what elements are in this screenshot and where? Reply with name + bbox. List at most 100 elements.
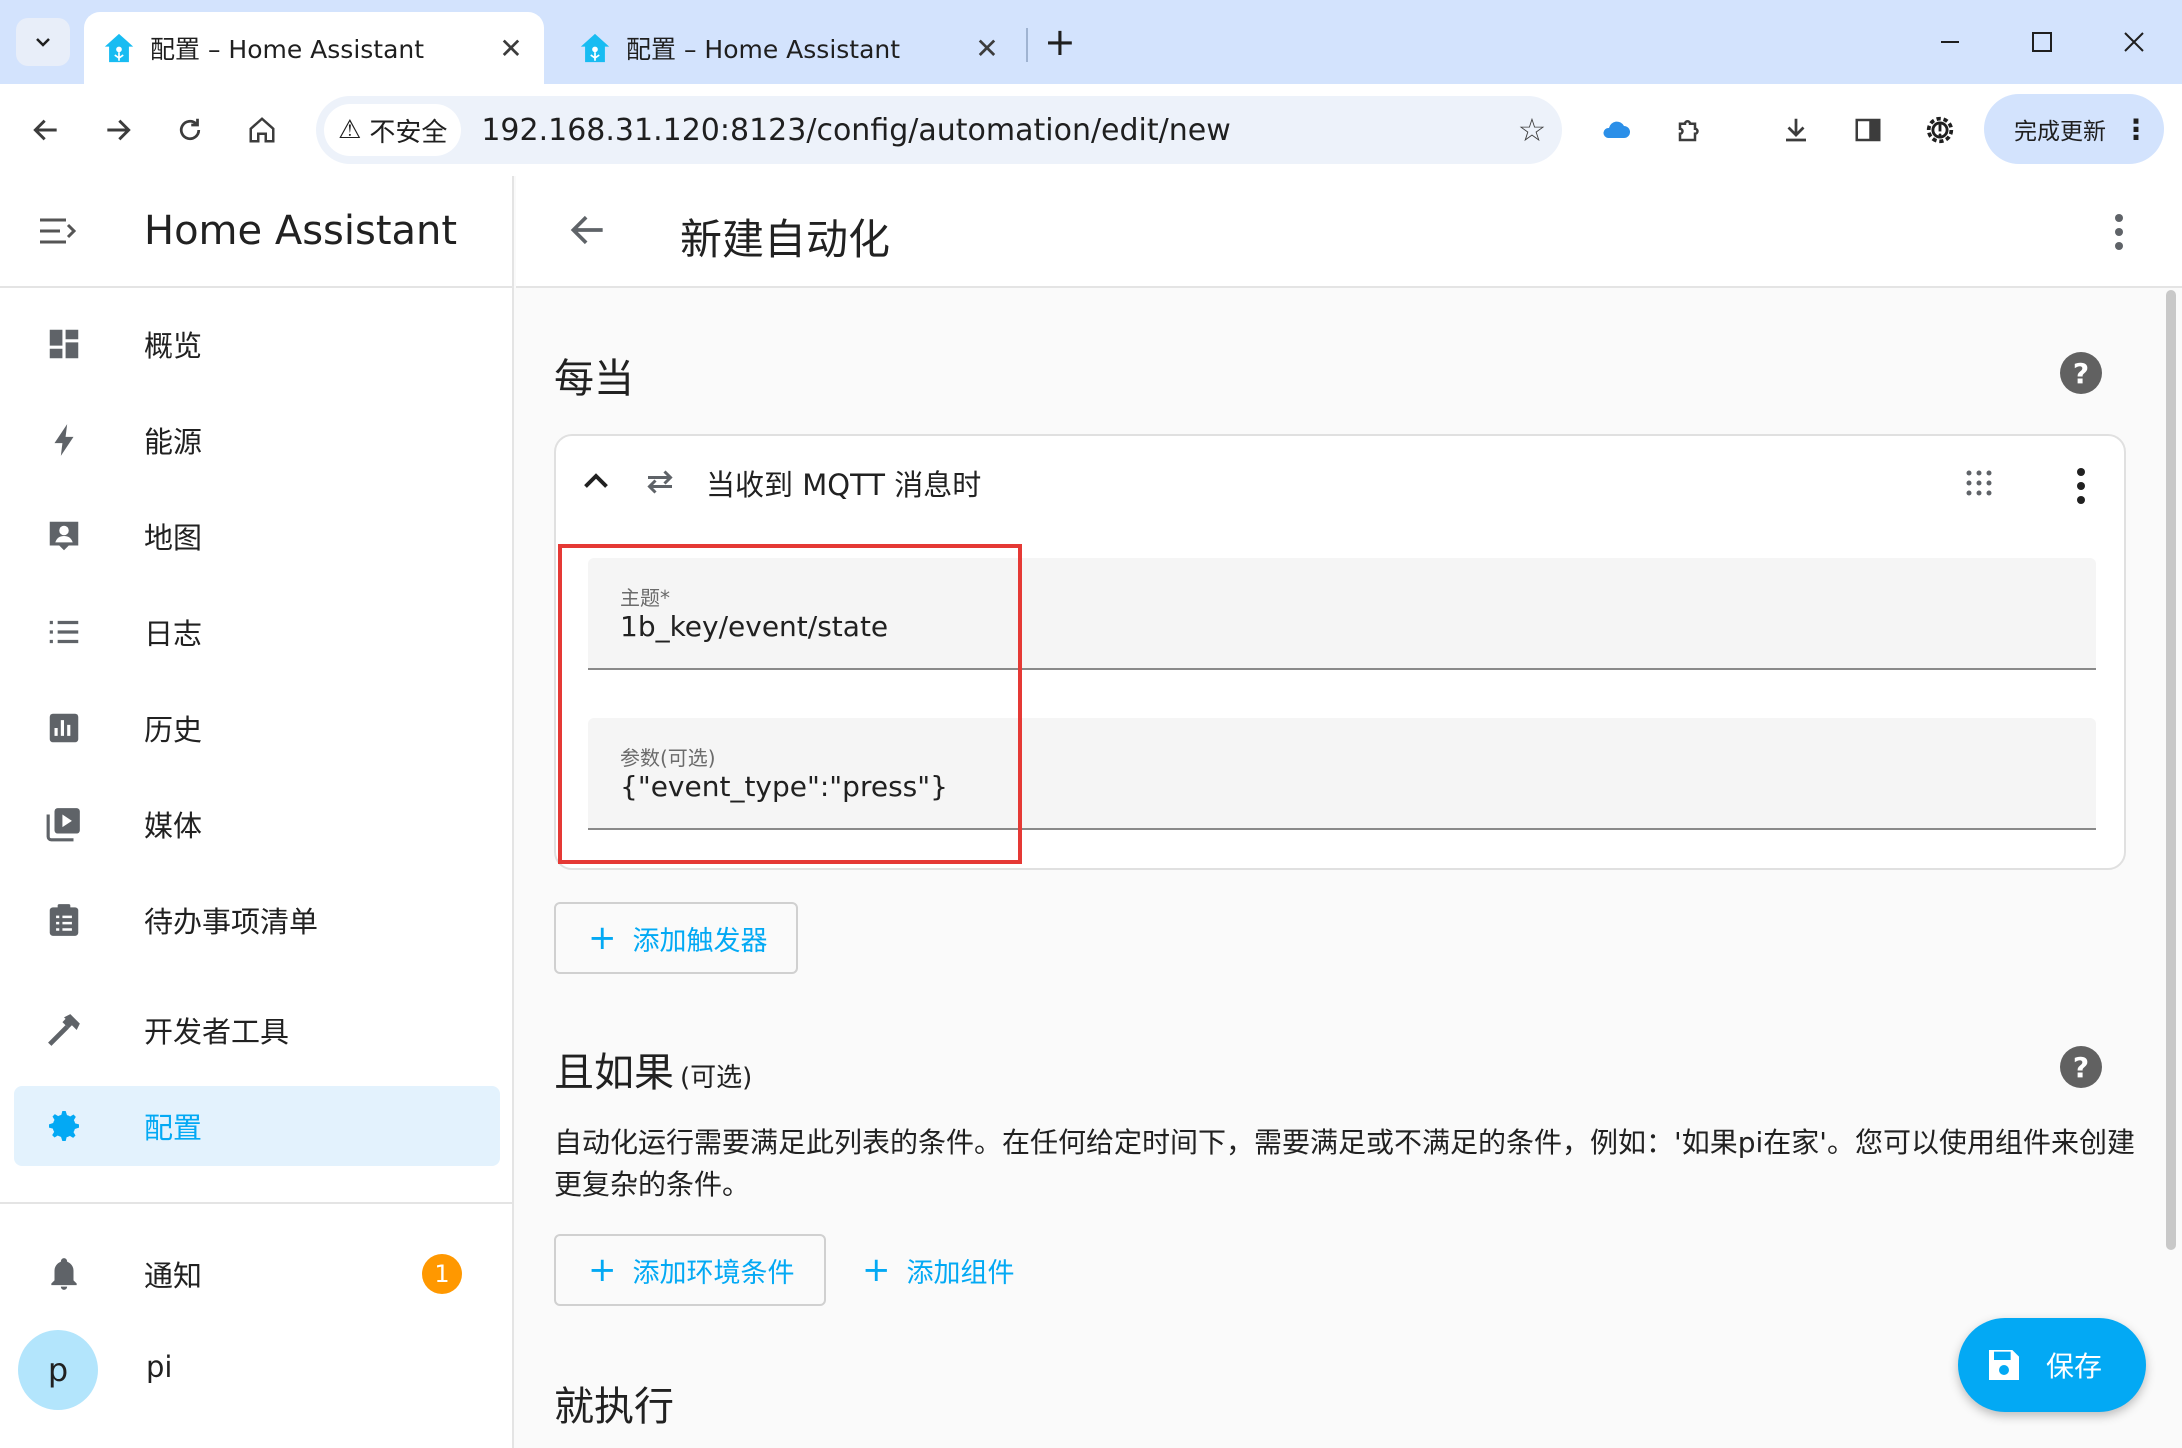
menu-collapse-icon[interactable] bbox=[28, 216, 88, 246]
settings-gear-icon[interactable] bbox=[1914, 104, 1966, 156]
browser-tab-bar: 配置 – Home Assistant ✕ 配置 – Home Assistan… bbox=[0, 0, 2182, 84]
maximize-button[interactable] bbox=[2012, 18, 2072, 66]
arrow-left-icon[interactable] bbox=[566, 208, 610, 252]
sidebar-item-label: 通知 bbox=[144, 1259, 203, 1293]
save-button-label: 保存 bbox=[2046, 1350, 2103, 1383]
minimize-button[interactable] bbox=[1920, 18, 1980, 66]
browser-toolbar: ⚠ 不安全 192.168.31.120:8123/config/automat… bbox=[0, 84, 2182, 176]
drag-handle-icon[interactable] bbox=[1964, 468, 1994, 498]
close-window-button[interactable] bbox=[2104, 18, 2164, 66]
address-bar[interactable]: ⚠ 不安全 192.168.31.120:8123/config/automat… bbox=[316, 96, 1562, 164]
sidebar-item-notifications[interactable]: 通知 1 bbox=[14, 1234, 500, 1314]
sidebar: Home Assistant 概览 能源 地图 日志 历史 媒体 待办事项清单 … bbox=[0, 176, 514, 1448]
sidebar-item-energy[interactable]: 能源 bbox=[14, 400, 500, 480]
tab-title: 配置 – Home Assistant bbox=[626, 35, 901, 64]
minimize-icon bbox=[1941, 41, 1959, 43]
tab-search-button[interactable] bbox=[16, 18, 70, 66]
sidebar-item-label: 日志 bbox=[144, 617, 203, 651]
back-button[interactable] bbox=[20, 104, 72, 156]
chart-icon bbox=[49, 713, 79, 743]
trigger-card-header[interactable]: 当收到 MQTT 消息时 bbox=[556, 436, 2124, 532]
help-icon[interactable]: ? bbox=[2060, 352, 2102, 394]
add-condition-button[interactable]: + 添加环境条件 bbox=[554, 1234, 826, 1306]
sidebar-item-todo[interactable]: 待办事项清单 bbox=[14, 880, 500, 960]
sidebar-header: Home Assistant bbox=[0, 176, 512, 288]
tab-title: 配置 – Home Assistant bbox=[150, 35, 425, 64]
close-tab-icon[interactable]: ✕ bbox=[496, 32, 526, 65]
new-tab-button[interactable]: + bbox=[1044, 20, 1076, 64]
sidebar-item-history[interactable]: 历史 bbox=[14, 688, 500, 768]
sidebar-divider bbox=[0, 1202, 512, 1204]
cloud-extension-icon[interactable] bbox=[1590, 104, 1642, 156]
swap-arrows-icon bbox=[647, 470, 673, 494]
dashboard-icon bbox=[49, 329, 79, 359]
more-vert-icon[interactable] bbox=[2074, 466, 2088, 506]
add-building-block-button[interactable]: + 添加组件 bbox=[862, 1234, 1015, 1306]
gear-icon bbox=[49, 1111, 79, 1141]
sidebar-item-settings[interactable]: 配置 bbox=[14, 1086, 500, 1166]
sidebar-item-overview[interactable]: 概览 bbox=[14, 304, 500, 384]
map-person-icon bbox=[49, 521, 79, 551]
sidebar-item-label: 开发者工具 bbox=[144, 1015, 290, 1049]
arrow-right-icon bbox=[107, 119, 131, 141]
home-button[interactable] bbox=[236, 104, 288, 156]
sidebar-item-label: 媒体 bbox=[144, 809, 203, 843]
update-button[interactable]: 完成更新 ⋮ bbox=[1984, 94, 2164, 164]
arrow-left-icon bbox=[33, 119, 57, 141]
user-name[interactable]: pi bbox=[146, 1350, 172, 1384]
extensions-puzzle-icon[interactable] bbox=[1664, 104, 1716, 156]
sidebar-item-map[interactable]: 地图 bbox=[14, 496, 500, 576]
scrollbar[interactable] bbox=[2166, 290, 2176, 1250]
bookmark-star-icon[interactable]: ☆ bbox=[1502, 111, 1562, 149]
url-text[interactable]: 192.168.31.120:8123/config/automation/ed… bbox=[481, 113, 1502, 148]
lightning-icon bbox=[54, 424, 74, 456]
reload-button[interactable] bbox=[164, 104, 216, 156]
reload-icon bbox=[179, 118, 201, 141]
add-trigger-button[interactable]: + 添加触发器 bbox=[554, 902, 798, 974]
side-panel-icon[interactable] bbox=[1842, 104, 1894, 156]
help-icon[interactable]: ? bbox=[2060, 1046, 2102, 1088]
sidebar-item-label: 历史 bbox=[144, 713, 203, 747]
notification-count-badge: 1 bbox=[422, 1254, 462, 1294]
sidebar-title: Home Assistant bbox=[144, 208, 458, 254]
triggers-heading: 每当 bbox=[554, 356, 634, 402]
more-vert-icon: ⋮ bbox=[2122, 112, 2150, 146]
conditions-description: 自动化运行需要满足此列表的条件。在任何给定时间下，需要满足或不满足的条件，例如：… bbox=[554, 1126, 2135, 1201]
list-icon bbox=[49, 620, 79, 644]
sidebar-item-label: 地图 bbox=[144, 521, 203, 555]
plus-icon: + bbox=[588, 1250, 617, 1290]
sidebar-item-media[interactable]: 媒体 bbox=[14, 784, 500, 864]
close-tab-icon[interactable]: ✕ bbox=[972, 32, 1002, 65]
security-chip[interactable]: ⚠ 不安全 bbox=[324, 104, 462, 156]
sidebar-item-label: 概览 bbox=[144, 329, 203, 363]
actions-heading: 就执行 bbox=[554, 1384, 674, 1430]
media-icon bbox=[46, 808, 80, 842]
security-label: 不安全 bbox=[369, 117, 448, 148]
sidebar-item-label: 待办事项清单 bbox=[144, 905, 319, 939]
sidebar-item-label: 能源 bbox=[144, 425, 203, 459]
chevron-up-icon[interactable] bbox=[578, 464, 614, 500]
sidebar-item-developer-tools[interactable]: 开发者工具 bbox=[14, 990, 500, 1070]
more-vert-icon[interactable] bbox=[2112, 212, 2126, 252]
add-condition-label: 添加环境条件 bbox=[632, 1257, 795, 1289]
sidebar-item-logbook[interactable]: 日志 bbox=[14, 592, 500, 672]
download-icon[interactable] bbox=[1770, 104, 1822, 156]
browser-tab-inactive[interactable]: 配置 – Home Assistant ✕ bbox=[560, 12, 1020, 84]
clipboard-list-icon bbox=[49, 904, 79, 936]
maximize-icon bbox=[2032, 32, 2052, 52]
conditions-heading: 且如果 (可选) bbox=[554, 1040, 752, 1098]
home-icon bbox=[249, 117, 275, 143]
conditions-heading-text: 且如果 bbox=[554, 1050, 674, 1096]
forward-button[interactable] bbox=[92, 104, 144, 156]
plus-icon: + bbox=[588, 918, 617, 958]
plus-icon: + bbox=[862, 1250, 891, 1290]
warning-icon: ⚠ bbox=[338, 115, 362, 145]
chevron-down-icon bbox=[36, 38, 50, 47]
browser-tab-active[interactable]: 配置 – Home Assistant ✕ bbox=[84, 12, 544, 84]
save-button[interactable]: 保存 bbox=[1958, 1318, 2146, 1412]
page-header: 新建自动化 bbox=[516, 176, 2182, 288]
floppy-disk-icon bbox=[1989, 1350, 2019, 1380]
user-avatar[interactable]: p bbox=[18, 1330, 98, 1410]
main-content: 新建自动化 每当 ? 当收到 MQTT 消息时 主题* 1b_key/event… bbox=[516, 176, 2182, 1448]
conditions-optional-label: (可选) bbox=[680, 1063, 753, 1093]
